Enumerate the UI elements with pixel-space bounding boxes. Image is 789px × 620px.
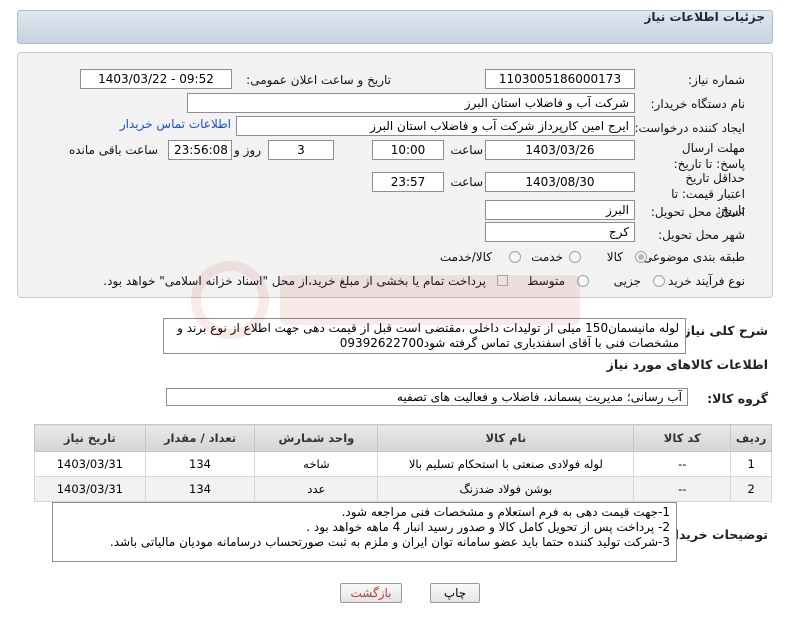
city-label: شهر محل تحویل: xyxy=(658,228,745,242)
category-option-goods-service-label: کالا/خدمت xyxy=(439,250,492,264)
reply-time-field[interactable]: 10:00 xyxy=(372,140,444,160)
purchase-type-label: نوع فرآیند خرید : xyxy=(660,274,745,288)
table-cell: -- xyxy=(633,476,732,502)
table-header-row: ردیف کد کالا نام کالا واحد شمارش تعداد /… xyxy=(34,424,772,452)
goods-table: ردیف کد کالا نام کالا واحد شمارش تعداد /… xyxy=(34,424,772,502)
description-label: شرح کلی نیاز: xyxy=(678,323,768,338)
table-cell: لوله فولادی صنعتی با استحکام تسلیم بالا xyxy=(377,451,635,477)
table-row: 1 -- لوله فولادی صنعتی با استحکام تسلیم … xyxy=(34,451,772,477)
purchase-option-minor-label: جزیی xyxy=(613,274,641,288)
purchase-radio-minor[interactable] xyxy=(653,275,665,287)
col-goods-name: نام کالا xyxy=(377,424,635,452)
need-number-field[interactable]: 1103005186000173 xyxy=(485,69,635,89)
table-cell: شاخه xyxy=(254,451,379,477)
validity-date-field[interactable]: 1403/08/30 xyxy=(485,172,635,192)
page-title: جزئیات اطلاعات نیاز xyxy=(644,10,765,24)
purchase-radio-medium[interactable] xyxy=(577,275,589,287)
buyer-note-line: 3-شرکت تولید کننده حتما باید عضو سامانه … xyxy=(109,535,670,549)
treasury-payment-checkbox[interactable] xyxy=(497,275,508,286)
buyer-org-field[interactable]: شرکت آب و فاضلاب استان البرز xyxy=(187,93,635,113)
requester-field[interactable]: ایرج امین کارپرداز شرکت آب و فاضلاب استا… xyxy=(236,116,635,136)
goods-group-label: گروه کالا: xyxy=(707,391,768,406)
treasury-payment-note: پرداخت تمام یا بخشی از مبلغ خرید،از محل … xyxy=(103,274,486,288)
back-button[interactable]: بازگشت xyxy=(340,583,402,603)
province-field[interactable]: البرز xyxy=(485,200,635,220)
col-need-date: تاریخ نیاز xyxy=(34,424,146,452)
validity-hour-label: ساعت xyxy=(450,175,483,189)
table-cell: 134 xyxy=(144,451,256,477)
announce-datetime-label: تاریخ و ساعت اعلان عمومی: xyxy=(246,73,391,87)
validity-time-field[interactable]: 23:57 xyxy=(372,172,444,192)
city-field[interactable]: کرج xyxy=(485,222,635,242)
buyer-note-line: 2- پرداخت پس از تحویل کامل کالا و صدور ر… xyxy=(306,520,670,534)
col-row-number: ردیف xyxy=(730,424,772,452)
requester-label: ایجاد کننده درخواست: xyxy=(634,121,745,135)
reply-deadline-label: مهلت ارسال پاسخ: تا تاریخ: xyxy=(673,141,745,171)
buyer-note-line: 1-جهت قیمت دهی به فرم استعلام و مشخصات ف… xyxy=(341,505,670,519)
buyer-org-label: نام دستگاه خریدار: xyxy=(650,97,746,111)
need-number-label: شماره نیاز: xyxy=(688,73,745,87)
day-and-label: روز و xyxy=(234,143,261,157)
province-label: استان محل تحویل: xyxy=(650,205,745,219)
buyer-notes-box[interactable]: 1-جهت قیمت دهی به فرم استعلام و مشخصات ف… xyxy=(52,502,677,562)
col-unit: واحد شمارش xyxy=(254,424,379,452)
col-goods-code: کد کالا xyxy=(633,424,732,452)
category-radio-service[interactable] xyxy=(569,251,581,263)
table-cell: 2 xyxy=(730,476,772,502)
table-cell: عدد xyxy=(254,476,379,502)
announce-datetime-field[interactable]: 1403/03/22 - 09:52 xyxy=(80,69,232,89)
table-cell: 1403/03/31 xyxy=(34,451,146,477)
days-remaining-field[interactable]: 3 xyxy=(268,140,334,160)
time-remaining-field[interactable]: 23:56:08 xyxy=(168,140,232,160)
goods-group-field[interactable]: آب رسانی؛ مدیریت پسماند، فاضلاب و فعالیت… xyxy=(166,388,688,406)
table-cell: 1 xyxy=(730,451,772,477)
table-cell: 134 xyxy=(144,476,256,502)
description-box[interactable]: لوله مانیسمان150 میلی از تولیدات داخلی ،… xyxy=(163,318,686,354)
purchase-option-medium-label: متوسط xyxy=(527,274,565,288)
print-button[interactable]: چاپ xyxy=(430,583,480,603)
category-radio-goods[interactable] xyxy=(635,251,647,263)
buyer-contact-link[interactable]: اطلاعات تماس خریدار xyxy=(120,117,231,131)
table-cell: بوشن فولاد ضدزنگ xyxy=(377,476,635,502)
category-option-goods-label: کالا xyxy=(606,250,623,264)
reply-hour-label: ساعت xyxy=(450,143,483,157)
category-radio-goods-service[interactable] xyxy=(509,251,521,263)
table-cell: 1403/03/31 xyxy=(34,476,146,502)
col-quantity: تعداد / مقدار xyxy=(144,424,256,452)
remaining-hours-label: ساعت باقی مانده xyxy=(68,143,158,157)
table-cell: -- xyxy=(633,451,732,477)
goods-info-title: اطلاعات کالاهای مورد نیاز xyxy=(606,357,768,372)
category-option-service-label: خدمت xyxy=(531,250,563,264)
reply-date-field[interactable]: 1403/03/26 xyxy=(485,140,635,160)
buyer-notes-label: توضیحات خریدار: xyxy=(662,527,768,542)
category-label: طبقه بندی موضوعی: xyxy=(638,250,745,264)
table-row: 2 -- بوشن فولاد ضدزنگ عدد 134 1403/03/31 xyxy=(34,476,772,502)
